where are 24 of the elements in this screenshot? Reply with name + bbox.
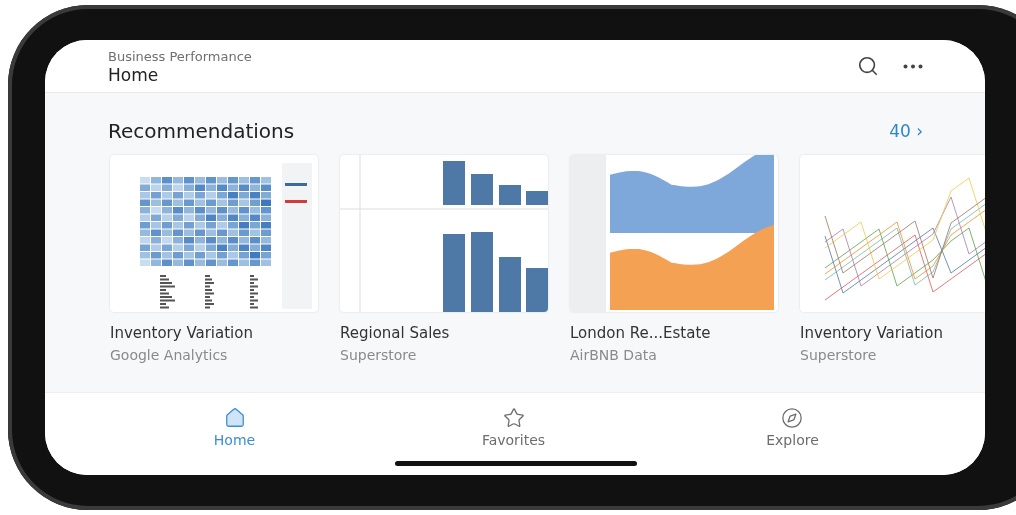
- tab[interactable]: Favorites: [475, 406, 552, 449]
- star-icon: [502, 407, 525, 429]
- see-all-link[interactable]: 40 ›: [889, 121, 923, 141]
- header-subtitle: Business Performance: [108, 49, 253, 64]
- card-title: Inventory Variation: [110, 324, 254, 342]
- card-source: Superstore: [340, 347, 418, 363]
- dashboard-thumbnail[interactable]: [110, 155, 318, 312]
- tab[interactable]: Home: [207, 406, 262, 449]
- section-title: Recommendations: [108, 119, 296, 143]
- card-source: Superstore: [800, 347, 878, 363]
- card-title: Inventory Variation: [800, 324, 944, 342]
- search-icon: [857, 55, 879, 77]
- card-title: London Re...Estate: [570, 324, 712, 342]
- dashboard-thumbnail[interactable]: [570, 155, 778, 312]
- dashboard-thumbnail[interactable]: [340, 155, 548, 312]
- more-icon: [903, 63, 923, 69]
- home-icon: [223, 407, 246, 429]
- dashboard-thumbnail[interactable]: [800, 155, 985, 312]
- card-source: AirBNB Data: [570, 347, 658, 363]
- tab[interactable]: Explore: [760, 406, 825, 449]
- card-source: Google Analytics: [110, 347, 229, 363]
- compass-icon: [781, 407, 804, 429]
- header-title: Home: [108, 65, 160, 85]
- card-title: Regional Sales: [340, 324, 451, 342]
